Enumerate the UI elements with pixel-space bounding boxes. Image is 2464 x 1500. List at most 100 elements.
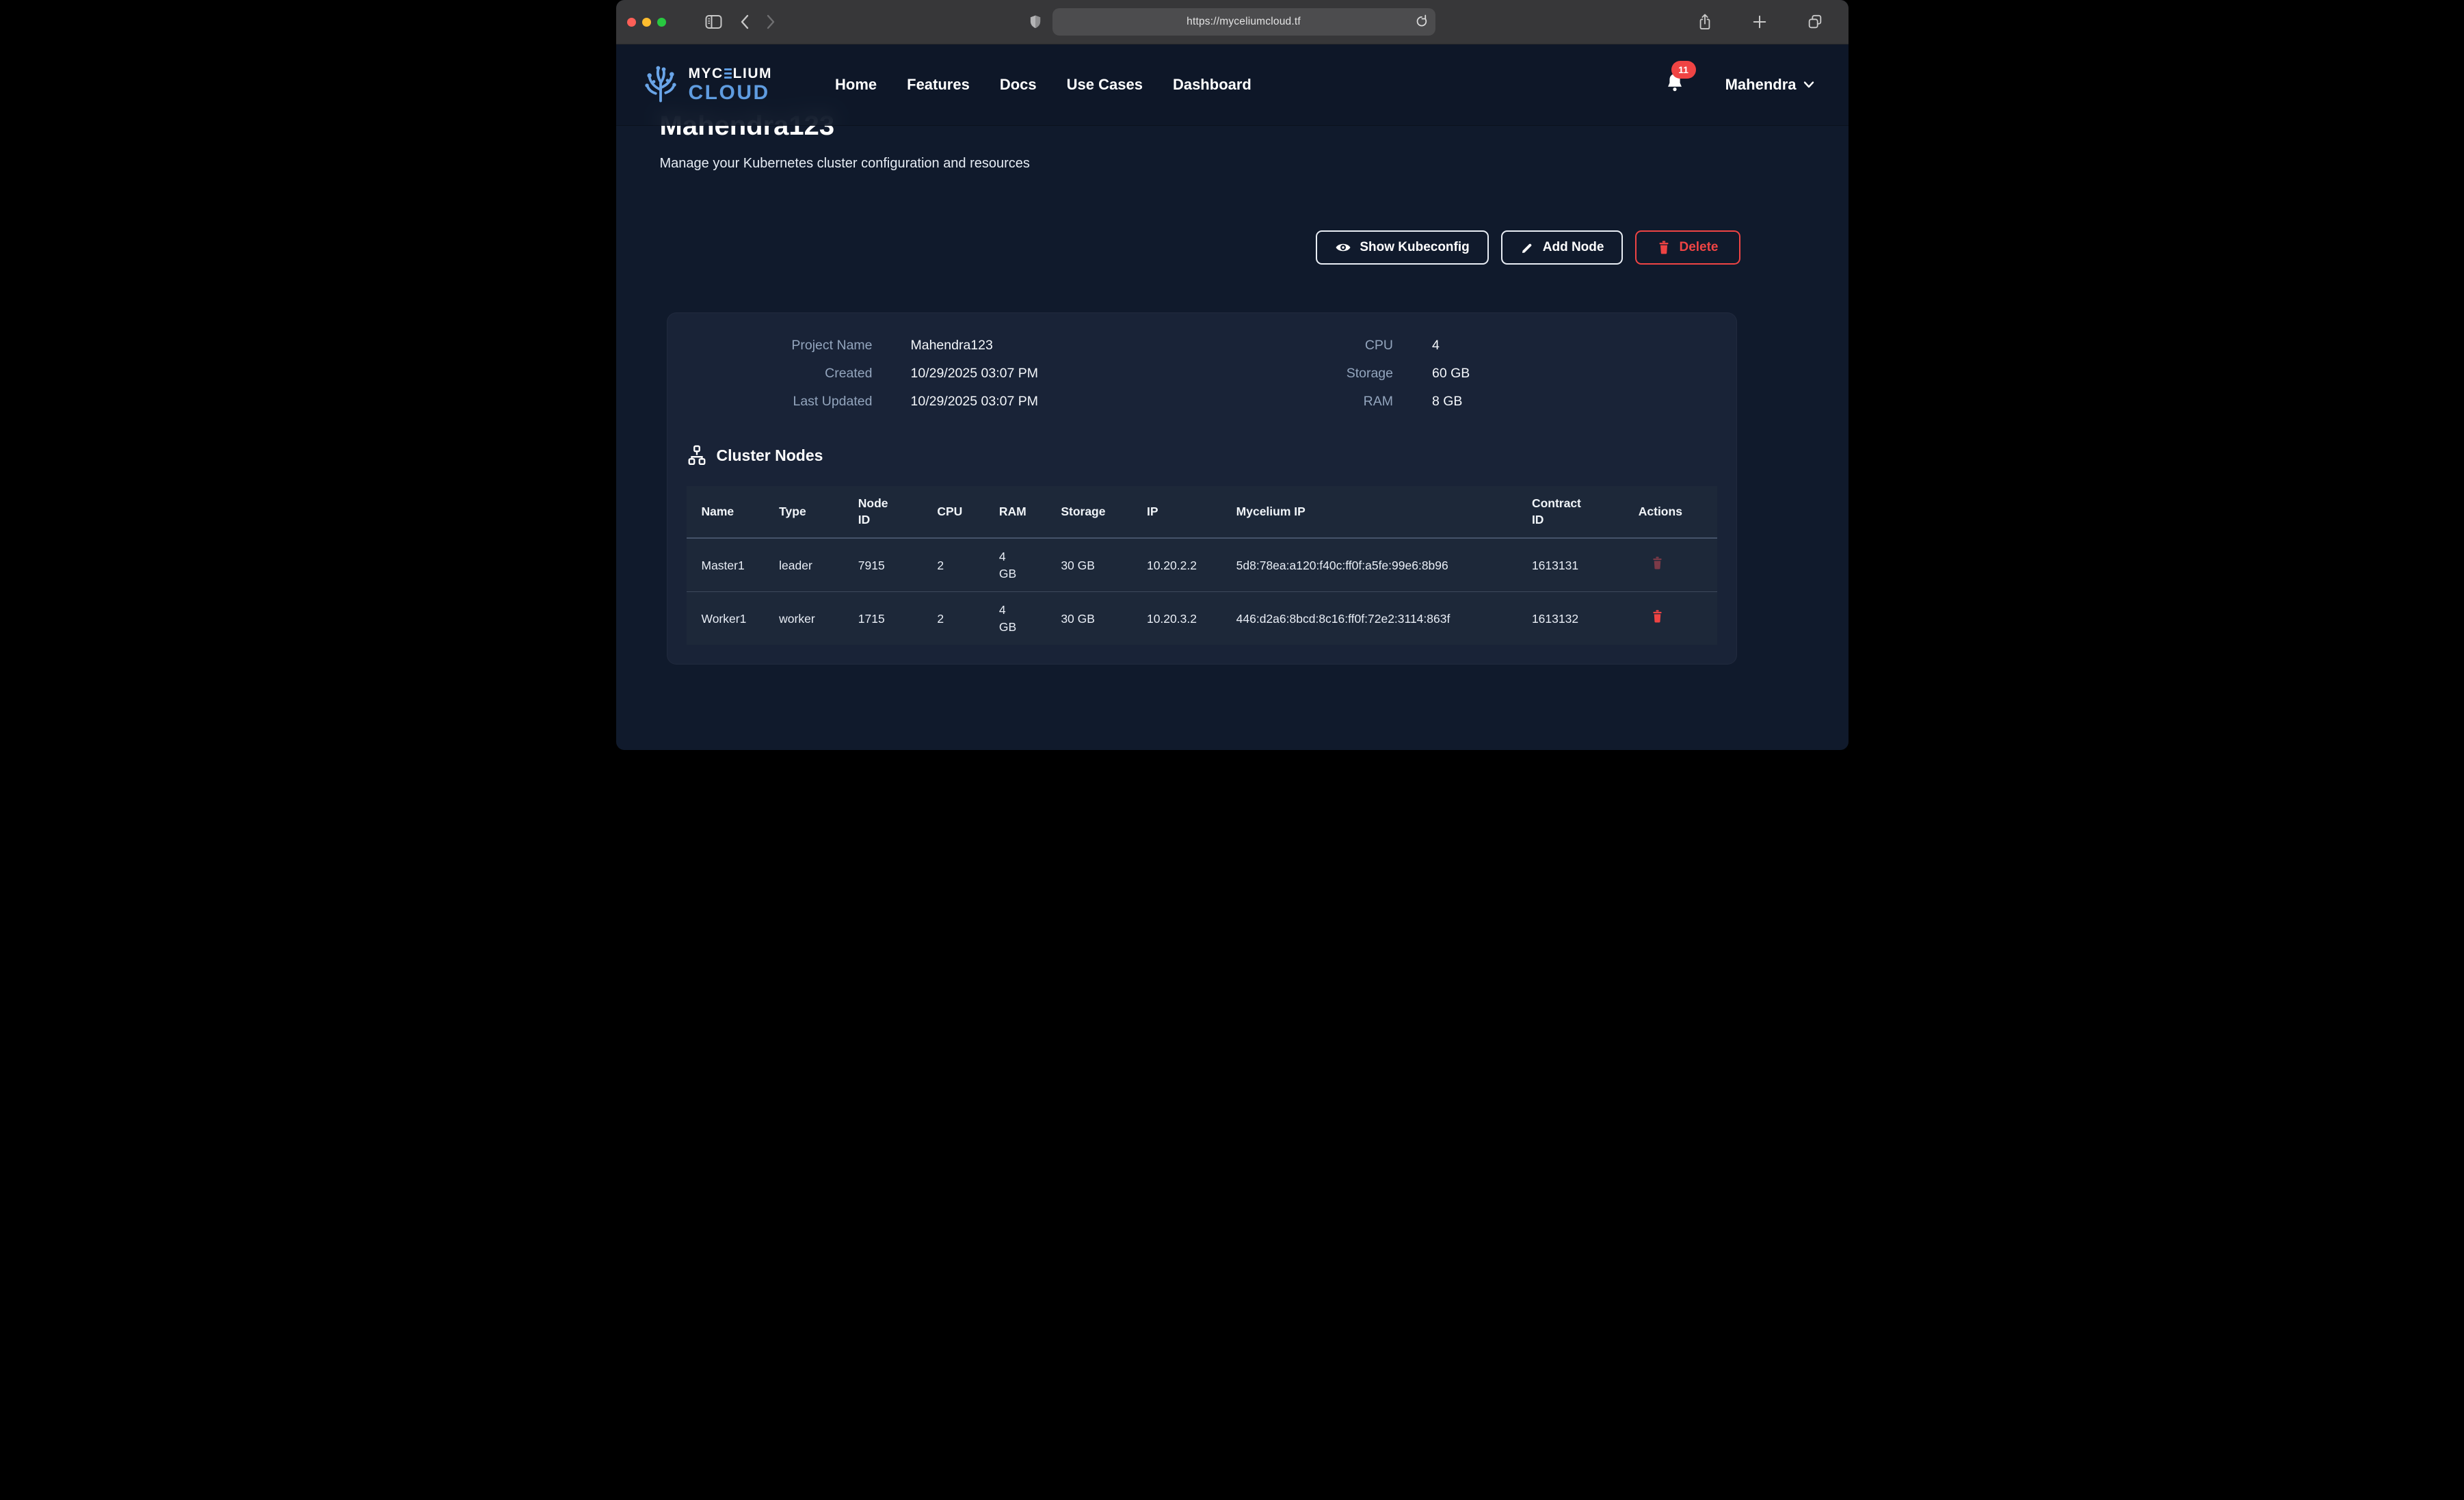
cluster-detail-page: Mahendra123 Manage your Kubernetes clust…: [616, 109, 1849, 665]
nav-link-docs[interactable]: Docs: [1000, 76, 1037, 94]
back-button[interactable]: [740, 14, 749, 29]
detail-label: Last Updated: [667, 394, 873, 410]
app-navbar: MYCLIUM CLOUD Home Features Docs Use Cas…: [616, 44, 1849, 126]
add-node-label: Add Node: [1543, 240, 1604, 255]
nav-link-features[interactable]: Features: [907, 76, 970, 94]
show-kubeconfig-label: Show Kubeconfig: [1360, 240, 1469, 255]
cell-contract-id: 1613132: [1525, 592, 1632, 645]
detail-value: Mahendra123: [911, 338, 1171, 353]
traffic-lights: [627, 18, 666, 27]
col-node-id: Node ID: [851, 486, 931, 538]
col-ip: IP: [1140, 486, 1230, 538]
sidebar-toggle-button[interactable]: [705, 14, 722, 29]
delete-label: Delete: [1679, 240, 1718, 255]
browser-chrome: https://myceliumcloud.tf: [616, 0, 1849, 44]
cluster-info-card: Project Name Mahendra123 Created 10/29/2…: [667, 312, 1737, 665]
share-button[interactable]: [1697, 13, 1712, 31]
nav-links: Home Features Docs Use Cases Dashboard: [835, 76, 1251, 94]
brand-logo[interactable]: MYCLIUM CLOUD: [641, 65, 773, 105]
new-tab-button[interactable]: [1752, 14, 1767, 29]
zoom-window-button[interactable]: [657, 18, 666, 27]
pencil-icon: [1520, 241, 1535, 255]
nav-link-home[interactable]: Home: [835, 76, 877, 94]
forward-icon: [767, 14, 776, 29]
cell-cpu: 2: [930, 592, 992, 645]
col-name: Name: [687, 486, 773, 538]
details-left-column: Project Name Mahendra123 Created 10/29/2…: [667, 338, 1171, 410]
brand-wordmark: MYCLIUM CLOUD: [689, 66, 773, 103]
cell-actions: [1632, 592, 1717, 645]
detail-value: 60 GB: [1432, 366, 1716, 381]
cell-node-id: 7915: [851, 538, 931, 592]
brand-line2: CLOUD: [689, 83, 773, 103]
user-name: Mahendra: [1725, 76, 1797, 94]
detail-value: 10/29/2025 03:07 PM: [911, 366, 1171, 381]
forward-button[interactable]: [767, 14, 776, 29]
delete-cluster-button[interactable]: Delete: [1635, 230, 1740, 265]
page-subtitle: Manage your Kubernetes cluster configura…: [660, 156, 1806, 172]
detail-label: Storage: [1212, 366, 1393, 381]
cell-storage: 30 GB: [1054, 592, 1140, 645]
cell-ip: 10.20.2.2: [1140, 538, 1230, 592]
cluster-nodes-header: Cluster Nodes: [687, 445, 1736, 466]
cluster-nodes-title: Cluster Nodes: [717, 446, 823, 465]
cell-ram: 4 GB: [992, 538, 1054, 592]
url-text: https://myceliumcloud.tf: [1187, 16, 1301, 28]
share-icon: [1697, 13, 1712, 31]
address-bar[interactable]: https://myceliumcloud.tf: [1052, 8, 1435, 36]
add-node-button[interactable]: Add Node: [1501, 230, 1624, 265]
user-menu[interactable]: Mahendra: [1725, 76, 1814, 94]
show-kubeconfig-button[interactable]: Show Kubeconfig: [1316, 230, 1488, 265]
delete-node-button[interactable]: [1651, 556, 1664, 570]
cell-storage: 30 GB: [1054, 538, 1140, 592]
cluster-nodes-icon: [687, 445, 707, 466]
cluster-details: Project Name Mahendra123 Created 10/29/2…: [667, 338, 1736, 410]
cell-mycelium-ip: 446:d2a6:8bcd:8c16:ff0f:72e2:3114:863f: [1230, 592, 1525, 645]
cell-cpu: 2: [930, 538, 992, 592]
cluster-nodes-table: Name Type Node ID CPU RAM Storage IP Myc…: [687, 486, 1717, 645]
col-storage: Storage: [1054, 486, 1140, 538]
cluster-actions: Show Kubeconfig Add Node Delete: [659, 230, 1740, 265]
nav-link-dashboard[interactable]: Dashboard: [1173, 76, 1251, 94]
col-actions: Actions: [1632, 486, 1717, 538]
delete-node-button[interactable]: [1651, 609, 1664, 624]
back-icon: [740, 14, 749, 29]
table-header-row: Name Type Node ID CPU RAM Storage IP Myc…: [687, 486, 1717, 538]
trash-icon: [1657, 240, 1671, 255]
shield-icon[interactable]: [1029, 14, 1042, 29]
close-window-button[interactable]: [627, 18, 636, 27]
reload-icon[interactable]: [1415, 14, 1429, 29]
detail-value: 4: [1432, 338, 1716, 353]
table-row: Master1 leader 7915 2 4 GB 30 GB 10.20.2…: [687, 538, 1717, 592]
stylized-e-icon: [724, 68, 732, 79]
cell-type: leader: [772, 538, 851, 592]
cell-contract-id: 1613131: [1525, 538, 1632, 592]
cell-type: worker: [772, 592, 851, 645]
detail-label: Project Name: [667, 338, 873, 353]
cell-name: Worker1: [687, 592, 773, 645]
logo-tree-icon: [641, 65, 680, 105]
table-row: Worker1 worker 1715 2 4 GB 30 GB 10.20.3…: [687, 592, 1717, 645]
col-ram: RAM: [992, 486, 1054, 538]
tab-overview-button[interactable]: [1807, 14, 1823, 30]
col-contract-id: Contract ID: [1525, 486, 1632, 538]
trash-icon: [1651, 609, 1664, 624]
nav-link-use-cases[interactable]: Use Cases: [1067, 76, 1143, 94]
notifications-button[interactable]: 11: [1664, 72, 1686, 98]
browser-window: https://myceliumcloud.tf: [616, 0, 1849, 750]
detail-label: Created: [667, 366, 873, 381]
col-mycelium-ip: Mycelium IP: [1230, 486, 1525, 538]
minimize-window-button[interactable]: [642, 18, 651, 27]
eye-icon: [1335, 241, 1351, 254]
cell-name: Master1: [687, 538, 773, 592]
detail-label: RAM: [1212, 394, 1393, 410]
cell-node-id: 1715: [851, 592, 931, 645]
cell-ip: 10.20.3.2: [1140, 592, 1230, 645]
col-type: Type: [772, 486, 851, 538]
new-tab-icon: [1752, 14, 1767, 29]
trash-icon: [1651, 556, 1664, 570]
notification-badge: 11: [1671, 61, 1696, 79]
details-right-column: CPU 4 Storage 60 GB RAM 8 GB: [1212, 338, 1716, 410]
sidebar-icon: [705, 14, 722, 29]
detail-value: 8 GB: [1432, 394, 1716, 410]
